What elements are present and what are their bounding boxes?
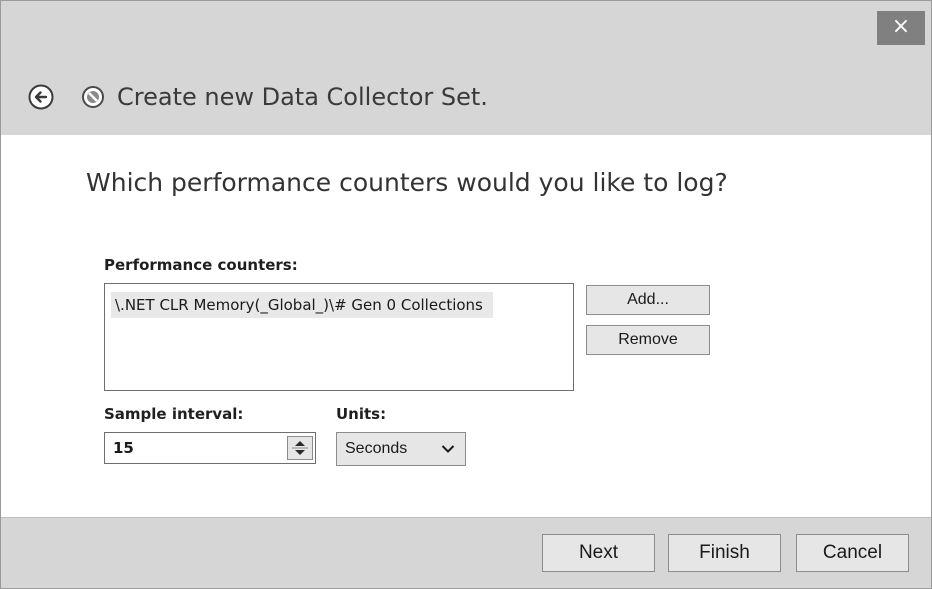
footer-divider: [1, 517, 931, 518]
performance-monitor-icon: [81, 85, 105, 109]
page-heading: Which performance counters would you lik…: [86, 168, 728, 197]
finish-button[interactable]: Finish: [668, 534, 781, 572]
close-icon: ×: [891, 14, 911, 39]
back-arrow-icon: [28, 84, 54, 110]
up-down-arrows-icon: [292, 441, 308, 455]
performance-counters-list[interactable]: \.NET CLR Memory(_Global_)\# Gen 0 Colle…: [104, 283, 574, 391]
dialog-window: × Create new Data Collector Set. Which p…: [0, 0, 932, 589]
remove-counter-button[interactable]: Remove: [586, 325, 710, 355]
window-title: Create new Data Collector Set.: [117, 83, 488, 111]
units-label: Units:: [336, 405, 387, 423]
sample-interval-stepper[interactable]: 15: [104, 432, 316, 464]
cancel-button[interactable]: Cancel: [796, 534, 909, 572]
add-counter-button[interactable]: Add...: [586, 285, 710, 315]
chevron-down-icon: [441, 445, 455, 453]
units-selected-value: Seconds: [345, 440, 408, 457]
back-button[interactable]: [28, 84, 54, 110]
list-item[interactable]: \.NET CLR Memory(_Global_)\# Gen 0 Colle…: [111, 292, 493, 318]
sample-interval-value[interactable]: 15: [113, 433, 134, 463]
spin-arrows[interactable]: [287, 436, 313, 460]
next-button[interactable]: Next: [542, 534, 655, 572]
close-button[interactable]: ×: [877, 11, 925, 45]
sample-interval-label: Sample interval:: [104, 405, 244, 423]
units-dropdown[interactable]: Seconds: [336, 432, 466, 466]
performance-counters-label: Performance counters:: [104, 256, 298, 274]
content-panel: Which performance counters would you lik…: [1, 135, 931, 517]
